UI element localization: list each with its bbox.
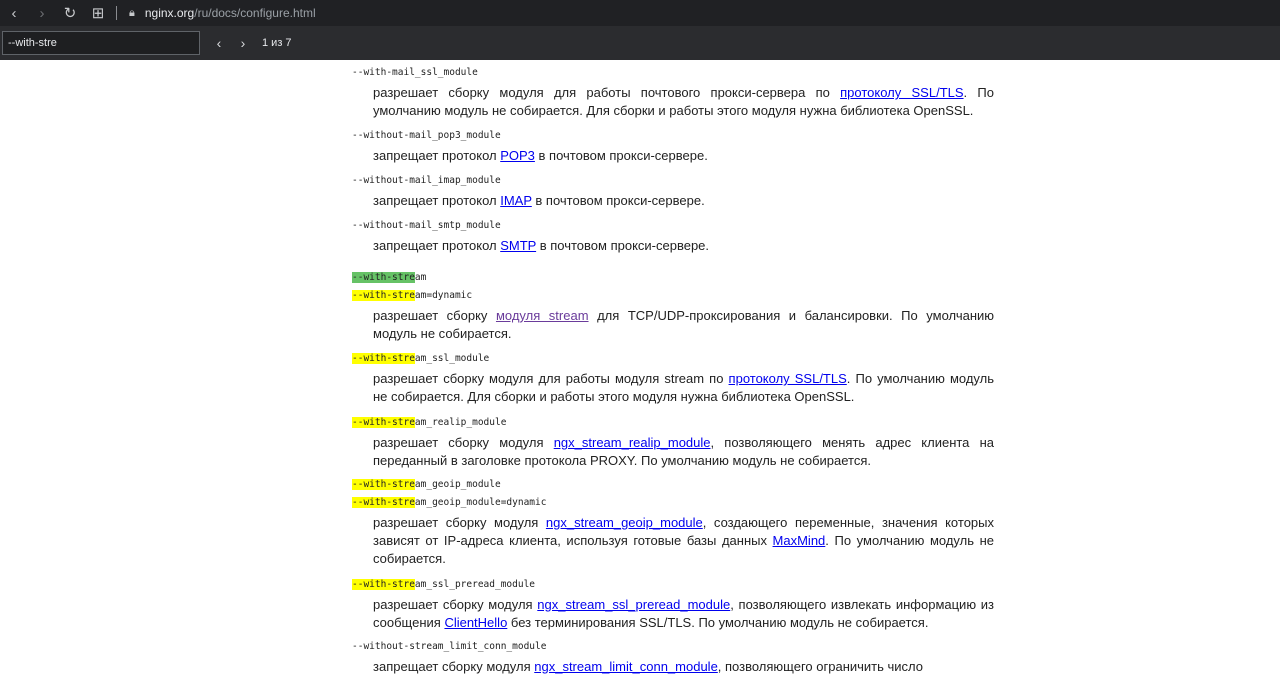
option-entry: --with-stream_realip_module разрешает сбо… — [352, 414, 994, 478]
option-entry: --with-stream_ssl_module разрешает сборку… — [352, 350, 994, 414]
description-text: в почтовом прокси-сервере. — [536, 238, 710, 253]
description-text: запрещает сборку модуля — [373, 659, 535, 674]
description-text: запрещает протокол — [373, 148, 501, 163]
doc-link[interactable]: ClientHello — [444, 615, 507, 630]
option-name: --with-stream_ssl_module — [352, 350, 994, 368]
description-text: без терминирования SSL/TLS. По умолчанию… — [507, 615, 929, 630]
option-name-text: am_realip_module — [414, 417, 507, 428]
option-description: разрешает сборку модуля ngx_stream_reali… — [373, 434, 994, 470]
option-name-text: --without-mail_imap_module — [352, 175, 501, 186]
option-name: --with-stream_ssl_preread_module — [352, 576, 994, 594]
find-match-highlight: --with-stre — [352, 497, 415, 508]
option-name-text: am=dynamic — [414, 290, 473, 301]
find-previous-icon[interactable]: ‹ — [208, 30, 230, 56]
option-entry: --without-mail_smtp_module запрещает прот… — [352, 217, 994, 263]
forward-icon[interactable]: › — [28, 0, 56, 26]
doc-link[interactable]: ngx_stream_limit_conn_module — [534, 659, 718, 674]
doc-link[interactable]: ngx_stream_ssl_preread_module — [537, 597, 730, 612]
url-path: /ru/docs/configure.html — [194, 6, 316, 20]
option-entry: --with-stream_geoip_module --with-stream_… — [352, 476, 994, 576]
option-name: --with-stream=dynamic — [352, 287, 994, 305]
option-entry: --with-mail_ssl_module разрешает сборку м… — [352, 64, 994, 128]
option-name: --without-mail_imap_module — [352, 172, 994, 190]
doc-link[interactable]: SMTP — [500, 238, 536, 253]
option-name-text: am_ssl_preread_module — [414, 579, 536, 590]
doc-link[interactable]: ngx_stream_realip_module — [554, 435, 711, 450]
description-text: в почтовом прокси-сервере. — [531, 193, 705, 208]
find-current-match: --with-stre — [352, 272, 415, 283]
description-text: в почтовом прокси-сервере. — [534, 148, 708, 163]
description-text: запрещает протокол — [373, 238, 501, 253]
description-text: разрешает сборку модуля — [373, 515, 546, 530]
find-match-highlight: --with-stre — [352, 290, 415, 301]
option-entry: --without-mail_imap_module запрещает прот… — [352, 172, 994, 218]
option-description: запрещает протокол SMTP в почтовом прокс… — [373, 237, 994, 255]
address-bar[interactable]: 🔒︎ nginx.org/ru/docs/configure.html — [129, 6, 316, 20]
doc-link[interactable]: POP3 — [500, 148, 535, 163]
description-text: разрешает сборку модуля для работы модул… — [373, 371, 729, 386]
option-name: --with-stream_geoip_module=dynamic — [352, 494, 994, 512]
option-name: --with-mail_ssl_module — [352, 64, 994, 82]
description-text: разрешает сборку модуля — [373, 435, 554, 450]
tab-grid-icon[interactable]: ⊞ — [84, 0, 112, 26]
option-name-text: --without-mail_smtp_module — [352, 220, 501, 231]
doc-link[interactable]: MaxMind — [773, 533, 826, 548]
lock-icon: 🔒︎ — [129, 6, 135, 19]
option-description: разрешает сборку модуля ngx_stream_geoip… — [373, 514, 994, 568]
doc-link[interactable]: IMAP — [500, 193, 532, 208]
find-match-highlight: --with-stre — [352, 479, 415, 490]
toolbar-divider — [116, 6, 117, 20]
option-description: запрещает сборку модуля ngx_stream_limit… — [373, 658, 994, 676]
doc-link[interactable]: ngx_stream_geoip_module — [546, 515, 703, 530]
browser-toolbar: ‹ › ↻ ⊞ 🔒︎ nginx.org/ru/docs/configure.h… — [0, 0, 1280, 26]
reload-icon[interactable]: ↻ — [56, 0, 84, 26]
find-input[interactable] — [2, 31, 200, 55]
option-name-text: am_geoip_module — [414, 479, 501, 490]
option-name: --with-stream_realip_module — [352, 414, 994, 432]
option-entry: --without-stream_limit_conn_module запрещ… — [352, 638, 994, 684]
option-name: --with-stream — [352, 269, 994, 287]
description-text: разрешает сборку — [373, 308, 496, 323]
find-match-highlight: --with-stre — [352, 417, 415, 428]
option-description: разрешает сборку модуля для работы модул… — [373, 370, 994, 406]
option-name-text: --without-stream_limit_conn_module — [352, 641, 547, 652]
description-text: , позволяющего ограничить число — [717, 659, 924, 674]
option-name: --with-stream_geoip_module — [352, 476, 994, 494]
option-description: запрещает протокол POP3 в почтовом прокс… — [373, 147, 994, 165]
doc-link[interactable]: модуля stream — [496, 308, 589, 323]
description-text: разрешает сборку модуля для работы почто… — [373, 85, 841, 100]
description-text: разрешает сборку модуля — [373, 597, 538, 612]
option-description: запрещает протокол IMAP в почтовом прокс… — [373, 192, 994, 210]
find-match-highlight: --with-stre — [352, 579, 415, 590]
url-host: nginx.org — [144, 6, 195, 20]
option-entry: --with-stream --with-stream=dynamic разреш… — [352, 269, 994, 351]
option-name: --without-mail_smtp_module — [352, 217, 994, 235]
option-entry: --with-stream_ssl_preread_module разрешае… — [352, 576, 994, 640]
option-name-text: --without-mail_pop3_module — [352, 130, 501, 141]
description-text: запрещает протокол — [373, 193, 501, 208]
find-match-count: 1 из 7 — [262, 37, 292, 49]
option-description: разрешает сборку модуля для работы почто… — [373, 84, 994, 120]
find-match-highlight: --with-stre — [352, 353, 415, 364]
back-icon[interactable]: ‹ — [0, 0, 28, 26]
option-name: --without-mail_pop3_module — [352, 127, 994, 145]
option-name-text: am_geoip_module=dynamic — [414, 497, 547, 508]
doc-link[interactable]: протоколу SSL/TLS — [840, 85, 963, 100]
option-name-text: am — [414, 272, 427, 283]
find-next-icon[interactable]: › — [232, 30, 254, 56]
option-name-text: am_ssl_module — [414, 353, 490, 364]
find-bar: ‹ › 1 из 7 — [0, 26, 1280, 60]
option-name: --without-stream_limit_conn_module — [352, 638, 994, 656]
option-description: разрешает сборку модуля stream для TCP/U… — [373, 307, 994, 343]
option-description: разрешает сборку модуля ngx_stream_ssl_p… — [373, 596, 994, 632]
option-name-text: --with-mail_ssl_module — [352, 67, 478, 78]
doc-link[interactable]: протоколу SSL/TLS — [729, 371, 847, 386]
option-entry: --without-mail_pop3_module запрещает прот… — [352, 127, 994, 173]
